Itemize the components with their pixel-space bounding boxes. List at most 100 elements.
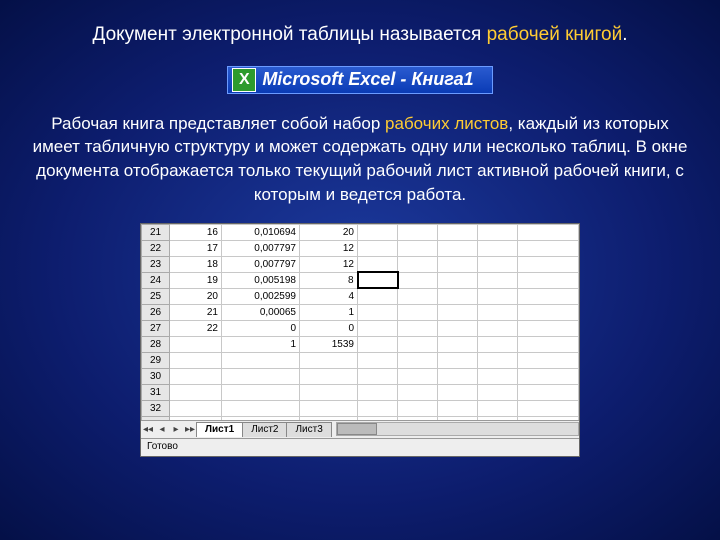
- cell[interactable]: 8: [300, 272, 358, 288]
- tab-nav-last[interactable]: ▸▸: [183, 424, 197, 435]
- row-header[interactable]: 30: [142, 368, 170, 384]
- cell[interactable]: [478, 224, 518, 240]
- cell[interactable]: [300, 384, 358, 400]
- cell[interactable]: [478, 400, 518, 416]
- table-row[interactable]: 28 11539: [142, 336, 579, 352]
- cell[interactable]: [478, 320, 518, 336]
- table-row[interactable]: 24190,0051988: [142, 272, 579, 288]
- scrollbar-thumb[interactable]: [337, 423, 377, 435]
- cell[interactable]: [300, 352, 358, 368]
- cell[interactable]: [398, 304, 438, 320]
- cell[interactable]: [518, 240, 579, 256]
- cell[interactable]: [438, 336, 478, 352]
- sheet-tab-2[interactable]: Лист2: [242, 422, 287, 437]
- cell[interactable]: [222, 368, 300, 384]
- cell[interactable]: [398, 224, 438, 240]
- cell[interactable]: [358, 368, 398, 384]
- cell[interactable]: 0: [300, 320, 358, 336]
- cell[interactable]: [518, 256, 579, 272]
- row-header[interactable]: 25: [142, 288, 170, 304]
- horizontal-scrollbar[interactable]: [336, 422, 579, 436]
- cell[interactable]: 0,002599: [222, 288, 300, 304]
- cell[interactable]: [518, 288, 579, 304]
- sheet-tab-3[interactable]: Лист3: [286, 422, 331, 437]
- cell[interactable]: 0,010694: [222, 224, 300, 240]
- cell[interactable]: [478, 256, 518, 272]
- cell[interactable]: [398, 336, 438, 352]
- cell[interactable]: [438, 368, 478, 384]
- cell[interactable]: [358, 352, 398, 368]
- cell[interactable]: 17: [170, 240, 222, 256]
- cell[interactable]: [358, 272, 398, 288]
- cell[interactable]: [398, 240, 438, 256]
- cell[interactable]: [358, 384, 398, 400]
- cell[interactable]: [438, 240, 478, 256]
- cell[interactable]: 0,007797: [222, 240, 300, 256]
- cell[interactable]: [300, 400, 358, 416]
- cell[interactable]: [478, 368, 518, 384]
- cell[interactable]: [170, 368, 222, 384]
- cell[interactable]: [398, 400, 438, 416]
- cell[interactable]: [358, 224, 398, 240]
- cell[interactable]: [518, 368, 579, 384]
- cell[interactable]: [438, 256, 478, 272]
- cell[interactable]: 22: [170, 320, 222, 336]
- cell[interactable]: [478, 288, 518, 304]
- cell[interactable]: [478, 336, 518, 352]
- cell[interactable]: [518, 320, 579, 336]
- row-header[interactable]: 23: [142, 256, 170, 272]
- cell[interactable]: [518, 336, 579, 352]
- cell[interactable]: [358, 400, 398, 416]
- row-header[interactable]: 26: [142, 304, 170, 320]
- row-header[interactable]: 28: [142, 336, 170, 352]
- row-header[interactable]: 22: [142, 240, 170, 256]
- cell[interactable]: 0,00065: [222, 304, 300, 320]
- cell[interactable]: [398, 384, 438, 400]
- cell[interactable]: 16: [170, 224, 222, 240]
- cell[interactable]: 0,007797: [222, 256, 300, 272]
- tab-nav-prev[interactable]: ◂: [155, 424, 169, 435]
- cell[interactable]: [300, 368, 358, 384]
- table-row[interactable]: 29: [142, 352, 579, 368]
- cell[interactable]: [518, 400, 579, 416]
- cell[interactable]: [358, 256, 398, 272]
- cell[interactable]: [398, 288, 438, 304]
- cell[interactable]: 20: [170, 288, 222, 304]
- cell[interactable]: 1: [300, 304, 358, 320]
- cell[interactable]: [170, 336, 222, 352]
- cell[interactable]: 20: [300, 224, 358, 240]
- cell[interactable]: [438, 320, 478, 336]
- cell[interactable]: 1: [222, 336, 300, 352]
- table-row[interactable]: 25200,0025994: [142, 288, 579, 304]
- cell[interactable]: [222, 400, 300, 416]
- cell[interactable]: [518, 384, 579, 400]
- cell[interactable]: 4: [300, 288, 358, 304]
- cell[interactable]: [478, 352, 518, 368]
- cell[interactable]: [478, 240, 518, 256]
- cell[interactable]: [438, 384, 478, 400]
- cell[interactable]: [438, 224, 478, 240]
- table-row[interactable]: 272200: [142, 320, 579, 336]
- cell[interactable]: 19: [170, 272, 222, 288]
- cell[interactable]: [358, 336, 398, 352]
- cell[interactable]: [438, 304, 478, 320]
- tab-nav-next[interactable]: ▸: [169, 424, 183, 435]
- tab-nav-first[interactable]: ◂◂: [141, 424, 155, 435]
- cell[interactable]: 1539: [300, 336, 358, 352]
- cell[interactable]: [438, 272, 478, 288]
- table-row[interactable]: 23180,00779712: [142, 256, 579, 272]
- cell[interactable]: [358, 304, 398, 320]
- cell[interactable]: [518, 272, 579, 288]
- table-row[interactable]: 31: [142, 384, 579, 400]
- cell[interactable]: [438, 352, 478, 368]
- cell[interactable]: 0: [222, 320, 300, 336]
- cell[interactable]: [398, 272, 438, 288]
- row-header[interactable]: 27: [142, 320, 170, 336]
- table-row[interactable]: 32: [142, 400, 579, 416]
- table-row[interactable]: 21160,01069420: [142, 224, 579, 240]
- cell[interactable]: 21: [170, 304, 222, 320]
- row-header[interactable]: 32: [142, 400, 170, 416]
- cell[interactable]: [398, 320, 438, 336]
- cell[interactable]: [170, 384, 222, 400]
- cell[interactable]: [478, 304, 518, 320]
